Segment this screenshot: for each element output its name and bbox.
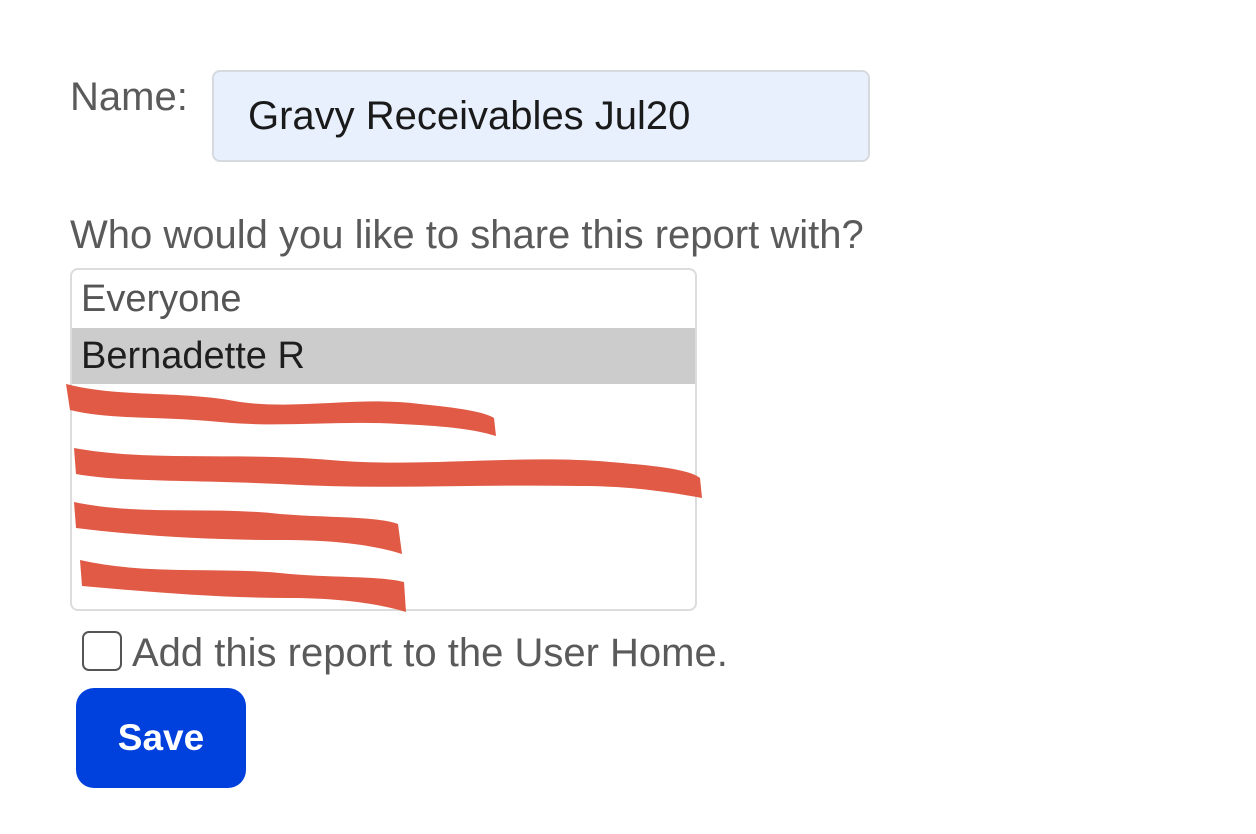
share-option-redacted-user[interactable]: [72, 384, 695, 440]
share-option-selected-user[interactable]: Bernadette R: [72, 328, 695, 384]
share-option-everyone[interactable]: Everyone: [72, 270, 695, 328]
name-label: Name:: [70, 75, 188, 119]
share-option-redacted-user[interactable]: [72, 552, 695, 608]
share-option-redacted-user[interactable]: [72, 440, 695, 496]
add-to-home-row[interactable]: Add this report to the User Home.: [82, 628, 728, 678]
add-to-home-label[interactable]: Add this report to the User Home.: [132, 628, 728, 678]
share-option-redacted-user[interactable]: [72, 496, 695, 552]
share-question-label: Who would you like to share this report …: [70, 213, 864, 257]
share-with-listbox[interactable]: Everyone Bernadette R: [70, 268, 697, 611]
report-name-input[interactable]: [212, 70, 870, 162]
save-button[interactable]: Save: [76, 688, 246, 788]
add-to-home-checkbox[interactable]: [82, 631, 122, 671]
save-report-form: Name: Who would you like to share this r…: [0, 0, 1256, 834]
